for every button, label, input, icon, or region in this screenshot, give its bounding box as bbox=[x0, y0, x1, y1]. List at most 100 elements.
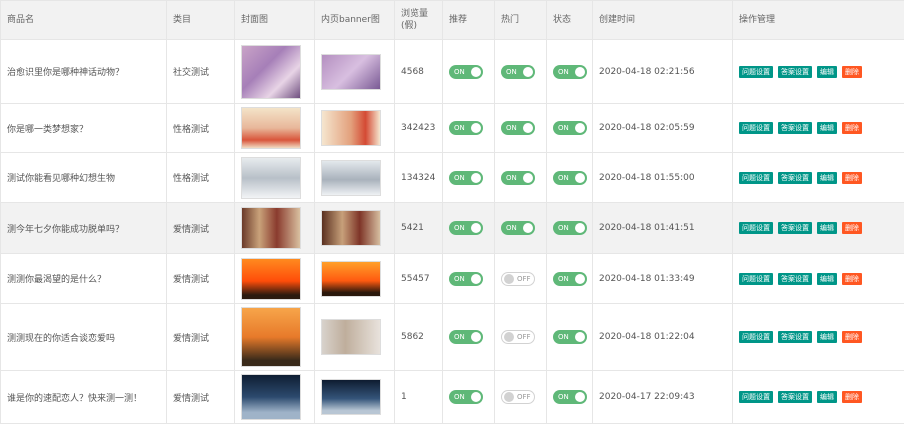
banner-image[interactable] bbox=[321, 110, 381, 146]
cell-actions: 问题设置答案设置编辑删除 bbox=[733, 40, 904, 104]
cell-banner bbox=[315, 153, 395, 203]
recommend-toggle[interactable]: ON bbox=[449, 171, 483, 185]
status-toggle[interactable]: ON bbox=[553, 272, 587, 286]
delete-button[interactable]: 删除 bbox=[842, 122, 862, 134]
cell-recommend: ON bbox=[443, 371, 495, 424]
hot-toggle[interactable]: ON bbox=[501, 65, 535, 79]
delete-button[interactable]: 删除 bbox=[842, 391, 862, 403]
edit-button[interactable]: 编辑 bbox=[817, 222, 837, 234]
toggle-knob bbox=[523, 173, 533, 183]
recommend-toggle[interactable]: ON bbox=[449, 272, 483, 286]
header-banner: 内页banner图 bbox=[315, 1, 395, 40]
toggle-knob bbox=[523, 223, 533, 233]
question-settings-button[interactable]: 问题设置 bbox=[739, 66, 773, 78]
toggle-label: ON bbox=[506, 68, 517, 76]
product-category: 爱情测试 bbox=[173, 225, 209, 235]
toggle-knob bbox=[504, 392, 514, 402]
cell-hot: OFF bbox=[495, 304, 547, 371]
toggle-label: OFF bbox=[517, 333, 531, 341]
edit-button[interactable]: 编辑 bbox=[817, 331, 837, 343]
answer-settings-button[interactable]: 答案设置 bbox=[778, 122, 812, 134]
status-toggle[interactable]: ON bbox=[553, 171, 587, 185]
edit-button[interactable]: 编辑 bbox=[817, 66, 837, 78]
delete-button[interactable]: 删除 bbox=[842, 66, 862, 78]
cover-image[interactable] bbox=[241, 107, 301, 149]
cell-views: 1 bbox=[395, 371, 443, 424]
cell-name: 测测你最渴望的是什么？ bbox=[1, 254, 167, 304]
status-toggle[interactable]: ON bbox=[553, 330, 587, 344]
created-time: 2020-04-18 01:22:04 bbox=[599, 332, 695, 342]
banner-image[interactable] bbox=[321, 210, 381, 246]
question-settings-button[interactable]: 问题设置 bbox=[739, 273, 773, 285]
status-toggle[interactable]: ON bbox=[553, 390, 587, 404]
toggle-knob bbox=[471, 223, 481, 233]
delete-button[interactable]: 删除 bbox=[842, 273, 862, 285]
recommend-toggle[interactable]: ON bbox=[449, 121, 483, 135]
answer-settings-button[interactable]: 答案设置 bbox=[778, 391, 812, 403]
cover-image[interactable] bbox=[241, 374, 301, 420]
cover-image[interactable] bbox=[241, 45, 301, 99]
banner-image[interactable] bbox=[321, 319, 381, 355]
edit-button[interactable]: 编辑 bbox=[817, 391, 837, 403]
cover-image[interactable] bbox=[241, 307, 301, 367]
cover-image[interactable] bbox=[241, 258, 301, 300]
hot-toggle[interactable]: ON bbox=[501, 171, 535, 185]
delete-button[interactable]: 删除 bbox=[842, 172, 862, 184]
edit-button[interactable]: 编辑 bbox=[817, 273, 837, 285]
answer-settings-button[interactable]: 答案设置 bbox=[778, 273, 812, 285]
cover-image[interactable] bbox=[241, 157, 301, 199]
banner-image[interactable] bbox=[321, 379, 381, 415]
recommend-toggle[interactable]: ON bbox=[449, 221, 483, 235]
created-time: 2020-04-18 02:21:56 bbox=[599, 67, 695, 77]
cell-cover bbox=[235, 104, 315, 153]
cell-name: 测今年七夕你能成功脱单吗？ bbox=[1, 203, 167, 254]
toggle-label: ON bbox=[454, 333, 465, 341]
product-name: 测今年七夕你能成功脱单吗？ bbox=[7, 225, 124, 235]
question-settings-button[interactable]: 问题设置 bbox=[739, 331, 773, 343]
cell-status: ON bbox=[547, 203, 593, 254]
cell-actions: 问题设置答案设置编辑删除 bbox=[733, 153, 904, 203]
banner-image[interactable] bbox=[321, 160, 381, 196]
cell-views: 55457 bbox=[395, 254, 443, 304]
cell-views: 4568 bbox=[395, 40, 443, 104]
question-settings-button[interactable]: 问题设置 bbox=[739, 391, 773, 403]
question-settings-button[interactable]: 问题设置 bbox=[739, 122, 773, 134]
delete-button[interactable]: 删除 bbox=[842, 331, 862, 343]
hot-toggle[interactable]: ON bbox=[501, 121, 535, 135]
status-toggle[interactable]: ON bbox=[553, 221, 587, 235]
hot-toggle[interactable]: OFF bbox=[501, 330, 535, 344]
cell-views: 5862 bbox=[395, 304, 443, 371]
recommend-toggle[interactable]: ON bbox=[449, 330, 483, 344]
cell-cover bbox=[235, 304, 315, 371]
cell-banner bbox=[315, 40, 395, 104]
toggle-label: ON bbox=[454, 224, 465, 232]
question-settings-button[interactable]: 问题设置 bbox=[739, 222, 773, 234]
cover-image[interactable] bbox=[241, 207, 301, 249]
hot-toggle[interactable]: OFF bbox=[501, 272, 535, 286]
answer-settings-button[interactable]: 答案设置 bbox=[778, 66, 812, 78]
answer-settings-button[interactable]: 答案设置 bbox=[778, 222, 812, 234]
banner-image[interactable] bbox=[321, 261, 381, 297]
cell-views: 134324 bbox=[395, 153, 443, 203]
status-toggle[interactable]: ON bbox=[553, 121, 587, 135]
answer-settings-button[interactable]: 答案设置 bbox=[778, 331, 812, 343]
cell-category: 性格测试 bbox=[167, 153, 235, 203]
toggle-label: ON bbox=[558, 224, 569, 232]
cell-category: 爱情测试 bbox=[167, 371, 235, 424]
hot-toggle[interactable]: ON bbox=[501, 221, 535, 235]
answer-settings-button[interactable]: 答案设置 bbox=[778, 172, 812, 184]
edit-button[interactable]: 编辑 bbox=[817, 122, 837, 134]
toggle-knob bbox=[575, 173, 585, 183]
delete-button[interactable]: 删除 bbox=[842, 222, 862, 234]
edit-button[interactable]: 编辑 bbox=[817, 172, 837, 184]
toggle-label: ON bbox=[506, 174, 517, 182]
hot-toggle[interactable]: OFF bbox=[501, 390, 535, 404]
cell-actions: 问题设置答案设置编辑删除 bbox=[733, 203, 904, 254]
question-settings-button[interactable]: 问题设置 bbox=[739, 172, 773, 184]
toggle-label: ON bbox=[558, 393, 569, 401]
cell-hot: ON bbox=[495, 104, 547, 153]
recommend-toggle[interactable]: ON bbox=[449, 65, 483, 79]
status-toggle[interactable]: ON bbox=[553, 65, 587, 79]
banner-image[interactable] bbox=[321, 54, 381, 90]
recommend-toggle[interactable]: ON bbox=[449, 390, 483, 404]
